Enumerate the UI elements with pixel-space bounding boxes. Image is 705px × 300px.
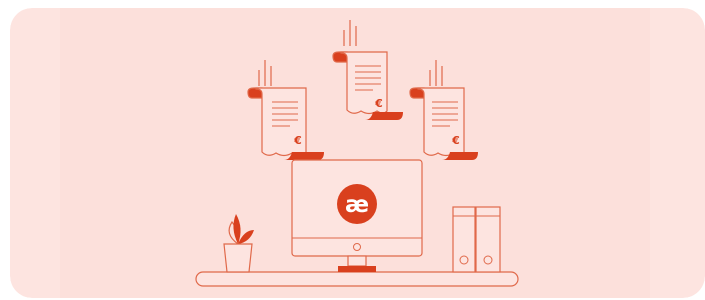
- binder-left: [452, 206, 476, 273]
- plant-pot: [223, 243, 253, 273]
- monitor-icon: æ: [291, 159, 423, 272]
- euro-icon: €: [293, 134, 302, 147]
- finance-illustration: € € € æ: [10, 8, 705, 298]
- monitor-stand: [338, 266, 376, 272]
- monitor-neck: [347, 255, 367, 267]
- euro-icon: €: [451, 134, 460, 147]
- euro-icon: €: [374, 97, 383, 110]
- binder-right: [475, 206, 501, 273]
- illustration-card: € € € æ: [10, 8, 705, 298]
- ae-logo-text: æ: [345, 192, 369, 218]
- desk-icon: [195, 271, 519, 287]
- binders-icon: [452, 206, 501, 273]
